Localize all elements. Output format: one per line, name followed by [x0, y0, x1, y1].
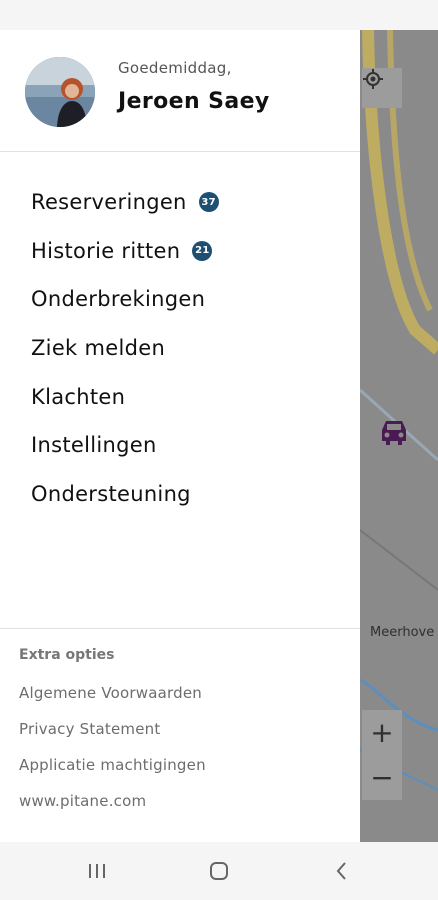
menu-item-label: Klachten: [31, 384, 126, 409]
menu-item-instellingen[interactable]: Instellingen: [31, 421, 219, 470]
menu-item-onderbrekingen[interactable]: Onderbrekingen: [31, 275, 219, 324]
recent-apps-button[interactable]: [85, 859, 109, 883]
count-badge: 37: [198, 192, 219, 213]
zoom-controls: + −: [362, 710, 402, 800]
locate-button[interactable]: [362, 68, 402, 108]
drawer-menu: Reserveringen 37 Historie ritten 21 Onde…: [31, 178, 219, 518]
menu-item-label: Onderbrekingen: [31, 287, 206, 312]
car-icon: [382, 421, 406, 445]
menu-item-klachten[interactable]: Klachten: [31, 372, 219, 421]
menu-item-label: Ondersteuning: [31, 481, 191, 506]
app-permissions-link[interactable]: Applicatie machtigingen: [19, 756, 206, 774]
navigation-drawer: Goedemiddag, Jeroen Saey Reserveringen 3…: [0, 30, 360, 842]
privacy-link[interactable]: Privacy Statement: [19, 720, 160, 738]
menu-item-historie-ritten[interactable]: Historie ritten 21: [31, 227, 219, 276]
zoom-out-button[interactable]: −: [370, 763, 393, 792]
count-badge: 21: [192, 240, 213, 261]
menu-item-ziek-melden[interactable]: Ziek melden: [31, 324, 219, 373]
home-button[interactable]: [207, 859, 231, 883]
system-navigation-bar: [0, 842, 438, 900]
menu-item-label: Historie ritten: [31, 238, 181, 263]
extra-options: Extra opties Algemene Voorwaarden Privac…: [0, 628, 360, 810]
home-icon: [210, 862, 228, 880]
avatar: [25, 57, 95, 127]
extra-options-title: Extra opties: [19, 647, 115, 663]
menu-item-label: Ziek melden: [31, 336, 166, 361]
status-bar: [0, 0, 438, 30]
zoom-in-button[interactable]: +: [370, 718, 393, 747]
map-place-label: Meerhove: [370, 625, 435, 640]
user-name: Jeroen Saey: [118, 89, 270, 114]
drawer-header: Goedemiddag, Jeroen Saey: [0, 30, 360, 152]
back-icon: [336, 862, 346, 880]
locate-icon: [363, 69, 383, 89]
menu-item-reserveringen[interactable]: Reserveringen 37: [31, 178, 219, 227]
terms-link[interactable]: Algemene Voorwaarden: [19, 684, 202, 702]
menu-item-label: Reserveringen: [31, 190, 187, 215]
menu-item-ondersteuning[interactable]: Ondersteuning: [31, 470, 219, 519]
recent-apps-icon: [89, 864, 105, 878]
website-link[interactable]: www.pitane.com: [19, 792, 146, 810]
map-view[interactable]: Meerhove + −: [360, 30, 438, 842]
menu-item-label: Instellingen: [31, 433, 157, 458]
back-button[interactable]: [330, 859, 354, 883]
greeting-text: Goedemiddag,: [118, 59, 232, 77]
